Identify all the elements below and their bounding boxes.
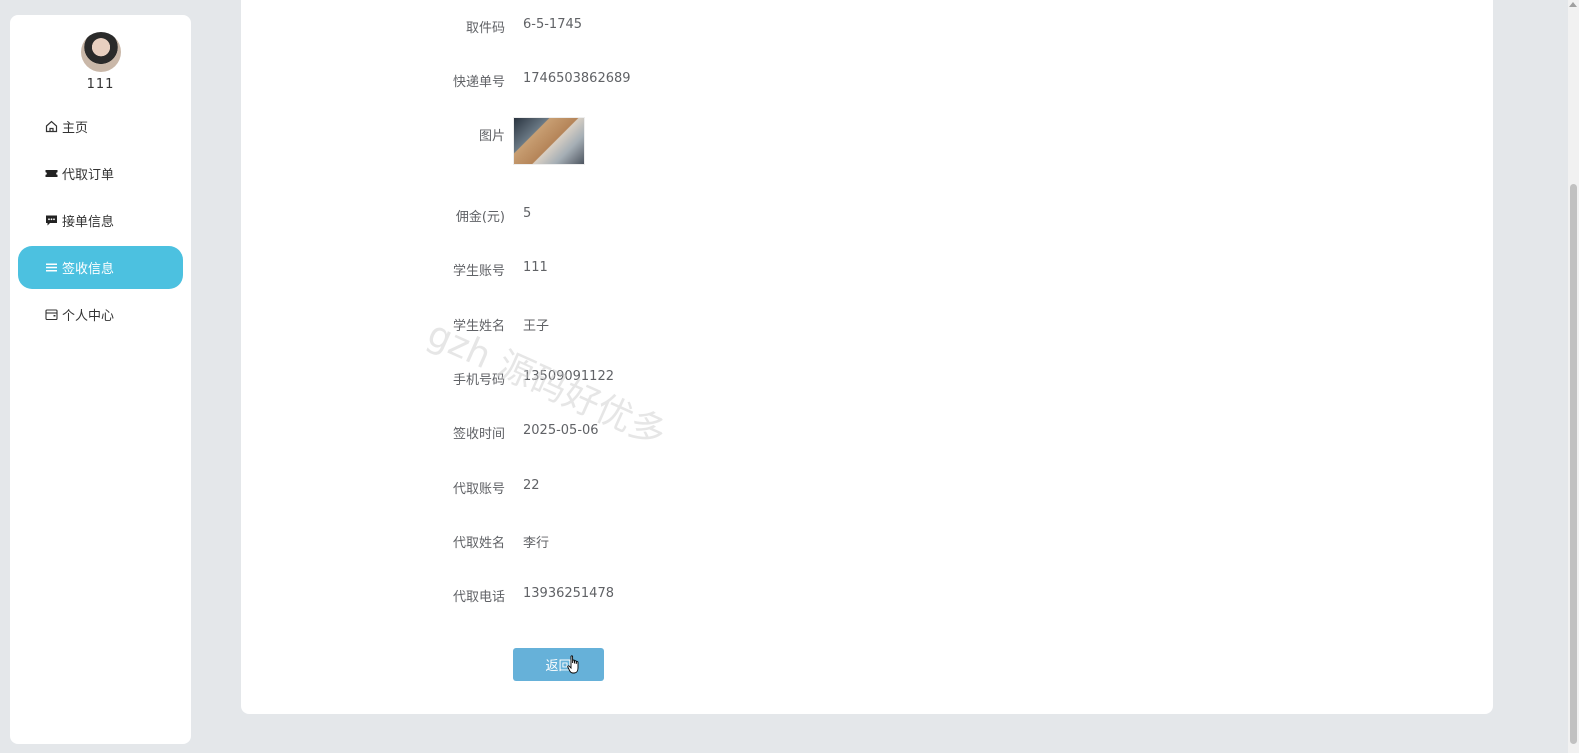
package-image[interactable] — [513, 117, 585, 165]
sidebar-item-accept-info[interactable]: 接单信息 — [18, 199, 183, 242]
tracking-number-label: 快递单号 — [452, 75, 505, 90]
sidebar-item-label: 主页 — [62, 121, 89, 136]
sidebar-item-label: 接单信息 — [62, 215, 115, 230]
sign-time-value: 2025-05-06 — [523, 423, 599, 438]
tracking-number-row: 快递单号 1746503862689 — [241, 71, 841, 91]
phone-label: 手机号码 — [452, 373, 505, 388]
student-account-value: 111 — [523, 260, 548, 275]
courier-account-label: 代取账号 — [452, 482, 505, 497]
sign-time-row: 签收时间 2025-05-06 — [241, 423, 841, 443]
sidebar-item-label: 个人中心 — [62, 309, 115, 324]
student-account-row: 学生账号 111 — [241, 260, 841, 280]
courier-account-value: 22 — [523, 478, 540, 493]
list-icon — [45, 261, 58, 274]
username: 111 — [86, 77, 115, 92]
sidebar-menu: 主页 代取订单 接单信息 签收信息 个人中心 — [18, 105, 183, 340]
sidebar-item-orders[interactable]: 代取订单 — [18, 152, 183, 195]
courier-name-row: 代取姓名 李行 — [241, 532, 841, 552]
tracking-number-value: 1746503862689 — [523, 71, 631, 86]
ticket-icon — [45, 167, 58, 180]
home-icon — [45, 120, 58, 133]
pickup-code-row: 取件码 6-5-1745 — [241, 17, 841, 37]
courier-phone-label: 代取电话 — [452, 590, 505, 605]
scroll-up-arrow-icon[interactable] — [1569, 2, 1577, 7]
sidebar-item-profile[interactable]: 个人中心 — [18, 293, 183, 336]
avatar[interactable] — [81, 32, 121, 72]
student-name-value: 王子 — [523, 319, 550, 334]
hand-cursor-icon — [567, 655, 581, 679]
courier-phone-value: 13936251478 — [523, 586, 614, 601]
message-icon — [45, 214, 58, 227]
student-name-label: 学生姓名 — [452, 319, 505, 334]
phone-value: 13509091122 — [523, 369, 614, 384]
pickup-code-value: 6-5-1745 — [523, 17, 583, 32]
sign-time-label: 签收时间 — [452, 427, 505, 442]
image-label: 图片 — [478, 129, 505, 144]
courier-name-label: 代取姓名 — [452, 536, 505, 551]
commission-value: 5 — [523, 206, 532, 221]
commission-label: 佣金(元) — [455, 210, 505, 225]
courier-name-value: 李行 — [523, 536, 550, 551]
scrollbar[interactable] — [1568, 0, 1579, 753]
pickup-code-label: 取件码 — [465, 21, 505, 36]
sidebar-item-sign-info[interactable]: 签收信息 — [18, 246, 183, 289]
sidebar: 111 主页 代取订单 接单信息 签收信息 个人中心 — [10, 15, 191, 744]
sidebar-item-label: 代取订单 — [62, 168, 115, 183]
courier-account-row: 代取账号 22 — [241, 478, 841, 498]
scroll-thumb[interactable] — [1570, 184, 1577, 744]
detail-panel: 取件码 6-5-1745 快递单号 1746503862689 图片 佣金(元)… — [241, 0, 1493, 714]
wallet-icon — [45, 308, 58, 321]
courier-phone-row: 代取电话 13936251478 — [241, 586, 841, 606]
phone-row: 手机号码 13509091122 — [241, 369, 841, 389]
student-account-label: 学生账号 — [452, 264, 505, 279]
commission-row: 佣金(元) 5 — [241, 206, 841, 226]
sidebar-item-home[interactable]: 主页 — [18, 105, 183, 148]
student-name-row: 学生姓名 王子 — [241, 315, 841, 335]
sidebar-item-label: 签收信息 — [62, 262, 115, 277]
back-button[interactable]: 返回 — [513, 648, 604, 681]
